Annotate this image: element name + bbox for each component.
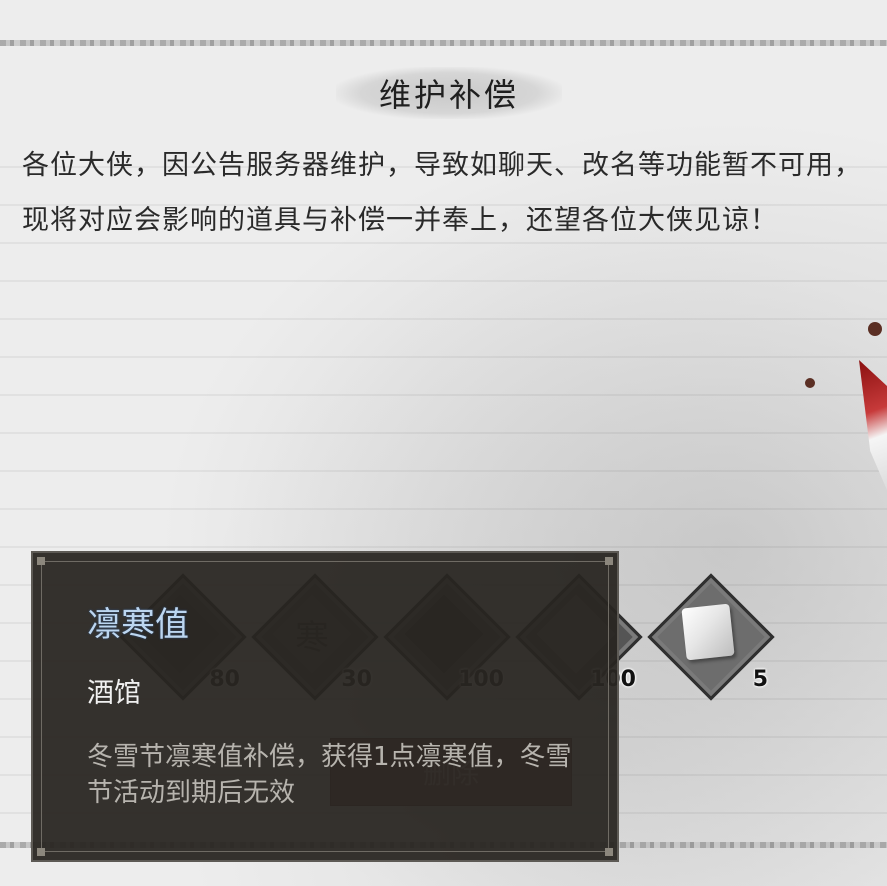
mail-title-banner: 维护补偿 — [336, 67, 562, 119]
ink-dot-decoration — [868, 322, 882, 336]
tooltip-item-description: 冬雪节凛寒值补偿，获得1点凛寒值，冬雪节活动到期后无效 — [87, 742, 572, 808]
mail-body-text: 各位大侠，因公告服务器维护，导致如聊天、改名等功能暂不可用，现将对应会影响的道具… — [22, 150, 862, 236]
reward-item-silk[interactable]: 5 — [647, 573, 775, 701]
ink-dot-decoration — [805, 378, 815, 388]
tooltip-item-category: 酒馆 — [87, 678, 141, 709]
top-border — [0, 40, 887, 46]
item-tooltip: 凛寒值 酒馆 冬雪节凛寒值补偿，获得1点凛寒值，冬雪节活动到期后无效 — [31, 551, 619, 862]
corner-ornament — [37, 848, 45, 856]
corner-ornament — [605, 848, 613, 856]
corner-ornament — [37, 557, 45, 565]
silk-cloth-icon — [681, 603, 735, 661]
mail-title: 维护补偿 — [378, 76, 519, 114]
item-count: 5 — [752, 667, 768, 692]
tooltip-item-name: 凛寒值 — [87, 605, 189, 645]
corner-ornament — [605, 557, 613, 565]
